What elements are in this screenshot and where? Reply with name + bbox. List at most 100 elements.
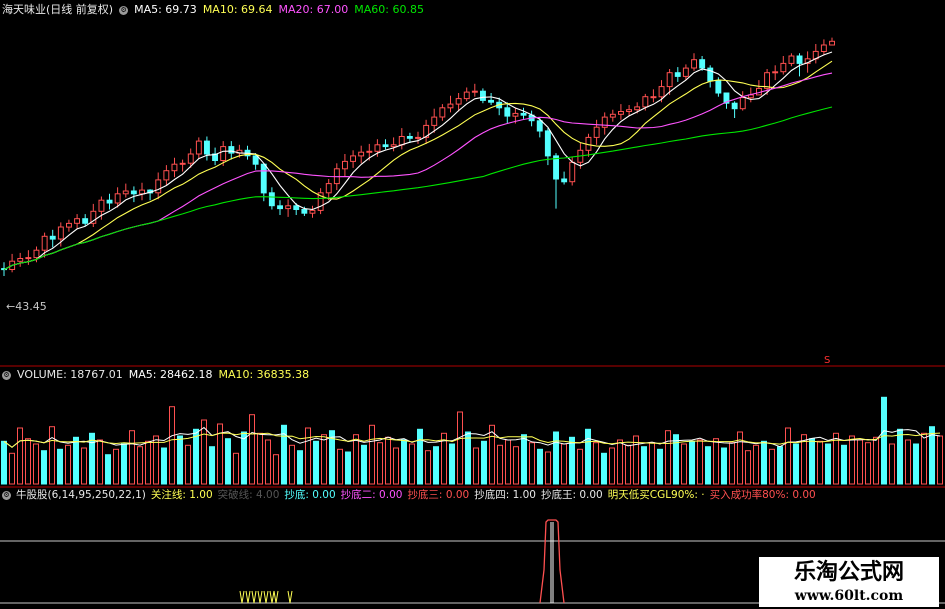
mingtian-label: 明天低买CGL90%: · — [607, 489, 705, 501]
volume-bar — [537, 448, 543, 485]
candle-body — [439, 107, 446, 118]
candle-body — [139, 189, 146, 195]
candle-body — [764, 72, 770, 89]
stock-chart: ←43.45 S — [0, 37, 945, 604]
volume-bar — [457, 411, 463, 485]
volume-bar — [409, 443, 415, 485]
ma5-label: MA5: 69.73 — [134, 3, 197, 16]
volume-bar — [841, 444, 847, 485]
volume-bar — [745, 450, 751, 485]
volume-bar — [241, 431, 247, 485]
volume-bar — [233, 452, 239, 485]
volume-bar — [449, 443, 455, 485]
chaodi3-label: 抄底三: 0.00 — [407, 489, 470, 501]
volume-bar — [713, 438, 719, 485]
candle-body — [285, 205, 292, 210]
volume-bar — [625, 444, 631, 485]
settings-icon[interactable]: ⚙ — [2, 490, 11, 500]
indicator-signal-spike — [539, 519, 565, 604]
candle-body — [82, 218, 89, 224]
candle-body — [195, 140, 202, 155]
guanzhu-label: 关注线: 1.00 — [150, 489, 213, 501]
indicator-buy-tick — [287, 590, 293, 604]
volume-bar — [193, 428, 199, 485]
candle-body — [277, 205, 284, 210]
chaodi2-label: 抄底二: 0.00 — [340, 489, 403, 501]
candle-body — [342, 160, 348, 170]
candle-body — [642, 96, 649, 108]
candle-body — [74, 218, 80, 224]
candle-body — [593, 126, 600, 138]
candle-body — [98, 199, 105, 212]
candle-body — [520, 112, 527, 116]
volume-bar — [513, 446, 519, 485]
volume-panel — [1, 396, 943, 485]
candle-body — [666, 72, 673, 88]
candle-body — [398, 136, 405, 146]
volume-bar — [561, 443, 567, 485]
volume-bar — [577, 448, 583, 485]
candle-body — [204, 140, 210, 155]
volume-bar — [473, 447, 479, 485]
volume-bar — [337, 448, 343, 485]
volume-bar — [793, 443, 799, 485]
volume-label: VOLUME: 18767.01 — [17, 368, 123, 381]
volume-bar — [353, 434, 359, 485]
volume-bar — [641, 446, 647, 485]
volume-bar — [785, 427, 791, 485]
volume-bar — [9, 452, 15, 485]
volume-bar — [465, 431, 471, 485]
candle-body — [114, 193, 121, 204]
volume-bar — [553, 431, 559, 485]
volume-bar — [889, 443, 895, 485]
candle-body — [829, 40, 835, 46]
volume-bar — [481, 440, 487, 485]
candle-body — [187, 153, 194, 164]
tupo-label: 突破线: 4.00 — [217, 489, 280, 501]
candle-body — [228, 146, 235, 154]
volume-bar — [65, 444, 71, 485]
candle-body — [626, 109, 632, 112]
volume-bar — [153, 435, 159, 485]
candle-body — [179, 162, 186, 165]
volume-bar — [273, 454, 279, 485]
candle-body — [406, 136, 413, 139]
candle-body — [366, 150, 373, 153]
indicator-buy-tick — [273, 590, 279, 604]
candle-body — [569, 161, 576, 183]
volume-bar — [817, 440, 823, 485]
candle-body — [268, 192, 275, 207]
volume-bar — [609, 447, 615, 485]
candle-body — [163, 170, 170, 181]
candle-body — [788, 55, 795, 64]
volume-bar — [865, 442, 871, 485]
volume-bar — [505, 439, 511, 485]
candle-body — [455, 98, 462, 105]
ma60-label: MA60: 60.85 — [354, 3, 424, 16]
watermark-url: www.60lt.com — [794, 588, 904, 604]
indicator-header: ⚙ 牛股股(6,14,95,250,22,1) 关注线: 1.00 突破线: 4… — [2, 487, 816, 503]
volume-bar — [1, 440, 7, 485]
volume-bar — [177, 435, 183, 485]
volume-bar — [137, 446, 143, 485]
volume-bar — [689, 440, 695, 485]
volume-bar — [433, 446, 439, 485]
candle-body — [796, 55, 803, 64]
volume-bar — [617, 439, 623, 485]
candle-body — [731, 102, 738, 110]
settings-icon[interactable]: ⚙ — [119, 5, 129, 15]
volume-bar — [529, 442, 535, 485]
volume-bar — [545, 451, 551, 485]
volume-bar — [593, 442, 599, 485]
volume-bar — [769, 448, 775, 485]
volume-bar — [849, 435, 855, 485]
volume-bar — [425, 450, 431, 485]
volume-bar — [97, 439, 103, 485]
chaodi-label: 抄底: 0.00 — [284, 489, 336, 501]
indicator-buy-tick — [239, 590, 245, 604]
volume-bar — [321, 434, 327, 485]
volume-bar — [361, 444, 367, 485]
volume-bar — [497, 444, 503, 485]
volume-header: ⚙ VOLUME: 18767.01 MA5: 28462.18 MA10: 3… — [2, 367, 309, 383]
settings-icon[interactable]: ⚙ — [2, 370, 11, 380]
